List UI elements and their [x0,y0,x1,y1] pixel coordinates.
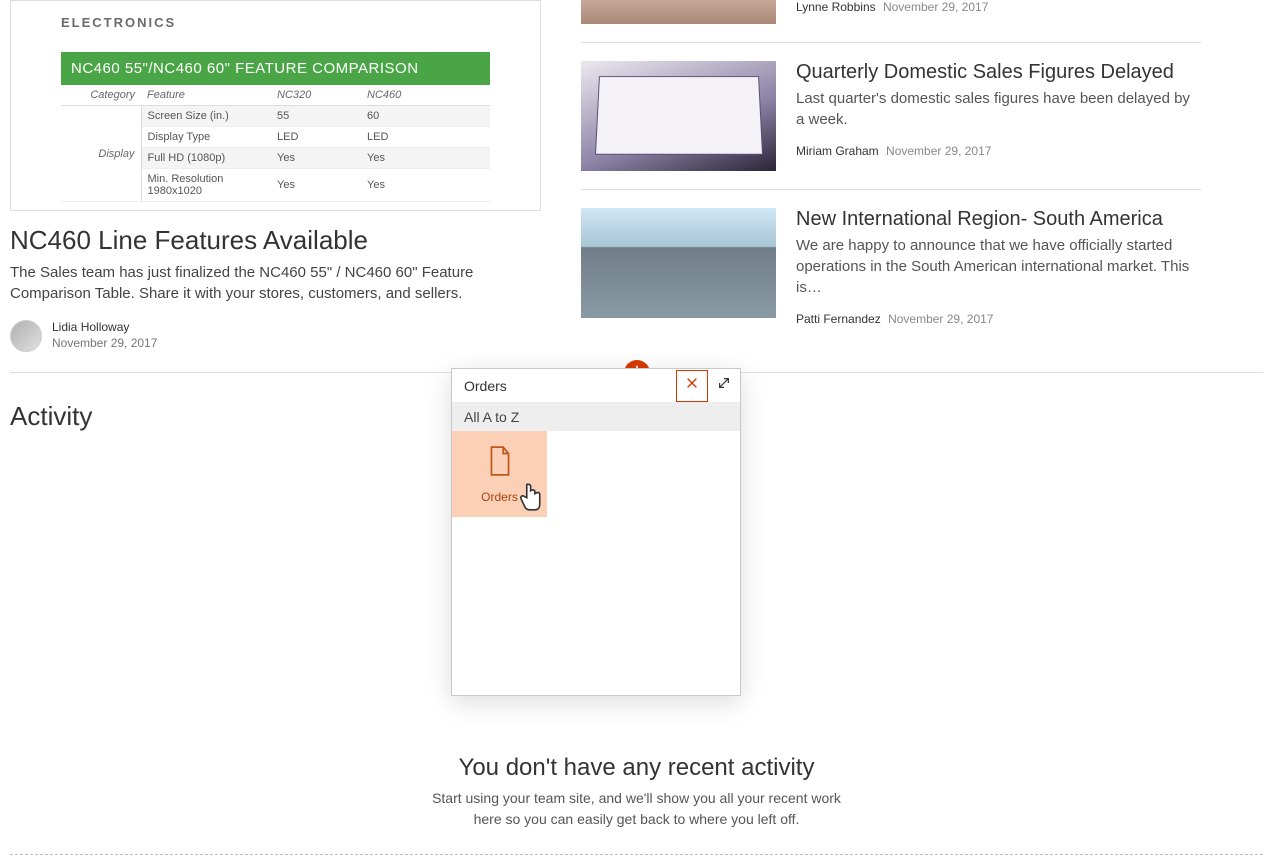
news-section: ELECTRONICS NC460 55"/NC460 60" FEATURE … [10,0,1263,373]
news-thumbnail [581,208,776,318]
feature-comparison-card[interactable]: ELECTRONICS NC460 55"/NC460 60" FEATURE … [10,0,541,211]
pointer-cursor-icon [517,480,543,515]
news-description: The Sales team has just finalized the NC… [10,262,541,304]
col-header-feature: Feature [141,85,271,106]
featured-news: ELECTRONICS NC460 55"/NC460 60" FEATURE … [10,0,541,352]
col-header-nc320: NC320 [271,85,361,106]
list-tile-orders[interactable]: Orders [452,431,547,517]
publish-date: November 29, 2017 [888,312,993,326]
publish-date: November 29, 2017 [52,336,157,352]
empty-activity-desc: Start using your team site, and we'll sh… [427,788,847,830]
tile-label: Orders [481,490,518,504]
empty-activity-title: You don't have any recent activity [10,754,1263,782]
news-byline: Lidia Holloway November 29, 2017 [10,320,541,352]
news-list-item[interactable]: New International Region- South America … [581,189,1201,344]
col-header-category: Category [61,85,141,106]
comparison-title-band: NC460 55"/NC460 60" FEATURE COMPARISON [61,52,490,85]
expand-icon [717,376,731,395]
publish-date: November 29, 2017 [886,144,991,158]
news-list: Lynne Robbins November 29, 2017 Quarterl… [581,0,1201,352]
author-name: Lynne Robbins [796,0,876,14]
author-name: Miriam Graham [796,144,879,158]
dialog-title: Orders [452,378,676,394]
news-item-desc: Last quarter's domestic sales figures ha… [796,88,1201,130]
document-icon [487,445,513,482]
col-header-nc460: NC460 [361,85,490,106]
close-icon [685,376,699,395]
comparison-table: Category Feature NC320 NC460 Display Scr… [61,85,490,202]
avatar [10,320,42,352]
expand-button[interactable] [708,370,740,402]
news-thumbnail [581,0,776,24]
news-list-item[interactable]: Quarterly Domestic Sales Figures Delayed… [581,42,1201,189]
brand-subtitle: ELECTRONICS [61,15,490,30]
author-name: Patti Fernandez [796,312,881,326]
news-thumbnail [581,61,776,171]
news-item-desc: We are happy to announce that we have of… [796,235,1201,298]
list-picker-dialog: Orders All A to Z [451,368,741,696]
dialog-filter-label[interactable]: All A to Z [452,403,740,431]
table-row: Display Screen Size (in.) 55 60 [61,106,490,127]
news-item-title: Quarterly Domestic Sales Figures Delayed [796,61,1201,84]
author-name: Lidia Holloway [52,320,157,336]
news-title[interactable]: NC460 Line Features Available [10,225,541,256]
news-item-title: New International Region- South America [796,208,1201,231]
news-list-item[interactable]: Lynne Robbins November 29, 2017 [581,0,1201,42]
publish-date: November 29, 2017 [883,0,988,14]
close-button[interactable] [676,370,708,402]
